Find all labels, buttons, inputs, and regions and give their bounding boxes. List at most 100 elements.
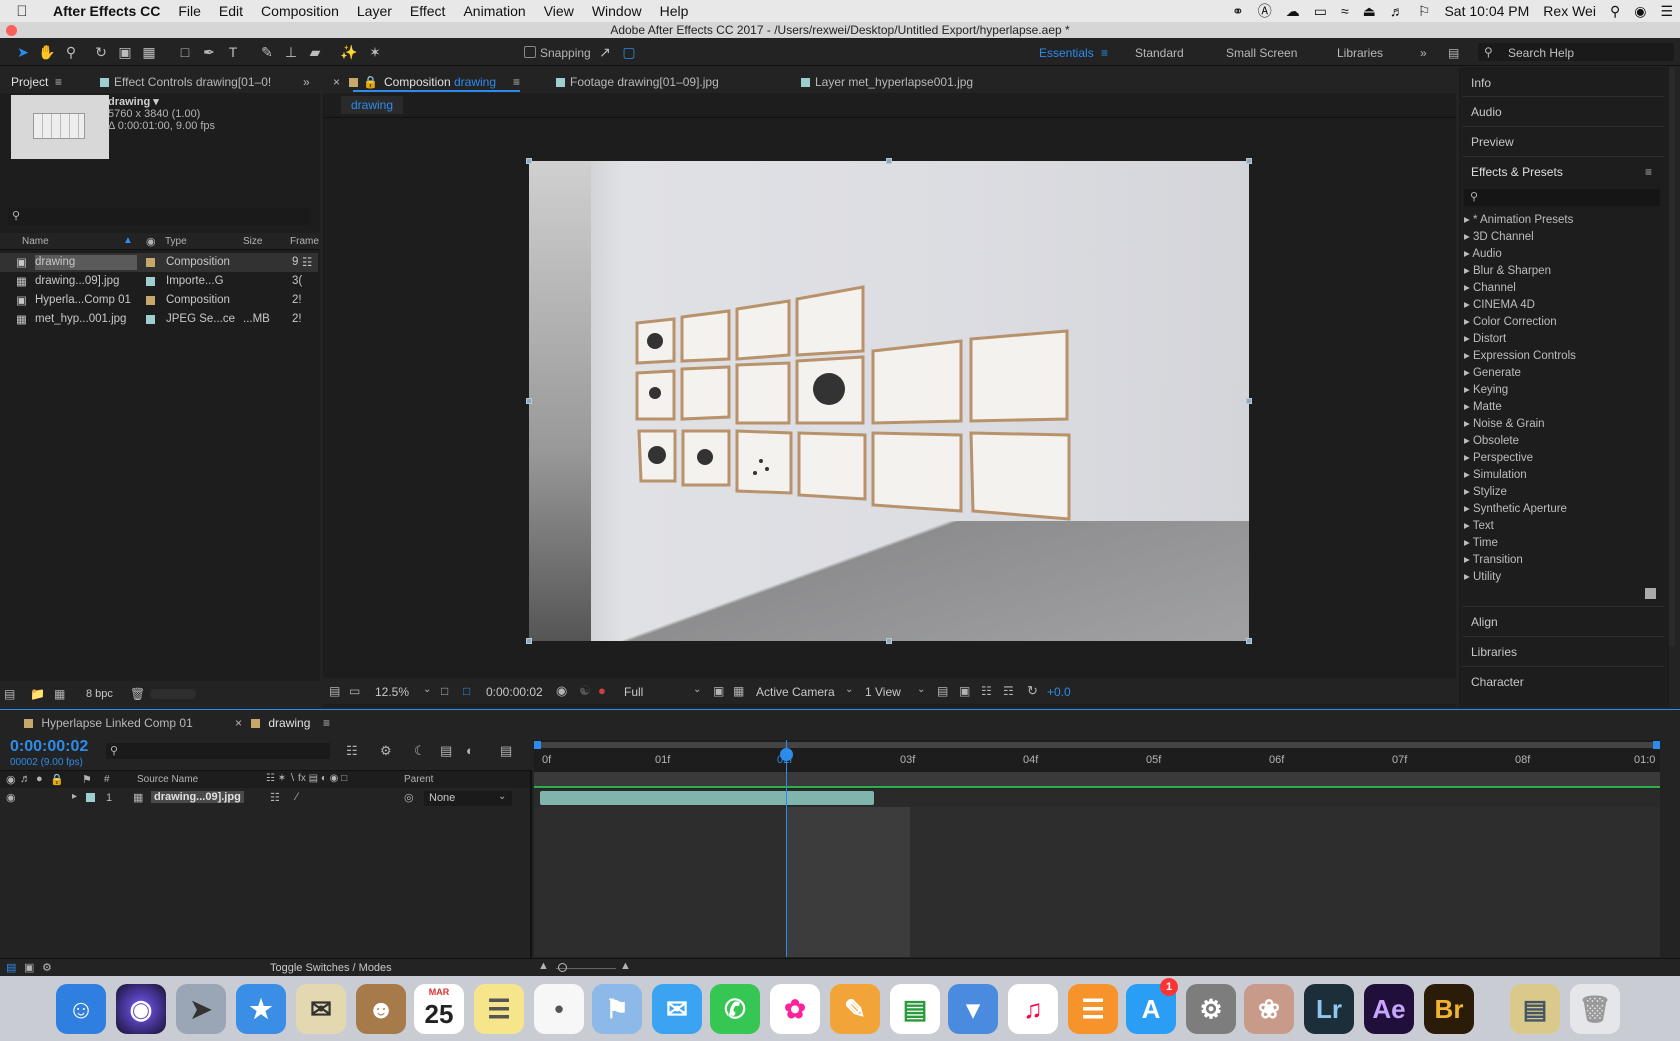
panel-align[interactable]: Align xyxy=(1471,615,1498,629)
label-swatch[interactable] xyxy=(146,296,155,305)
label-swatch[interactable] xyxy=(146,258,155,267)
audio-speaker-icon[interactable]: ♬ xyxy=(20,773,31,785)
screenshot-app-icon[interactable]: ❀ xyxy=(1244,984,1294,1034)
transform-handle[interactable] xyxy=(1246,398,1252,404)
camera-dropdown[interactable]: Active Camera xyxy=(756,685,835,699)
transform-handle[interactable] xyxy=(526,158,532,164)
panel-character[interactable]: Character xyxy=(1471,675,1524,689)
flag-icon[interactable]: ⚐ xyxy=(1411,3,1438,20)
zoom-out-icon[interactable]: ▲ xyxy=(538,960,549,972)
new-folder-icon[interactable]: 📁 xyxy=(30,687,45,701)
solo-icon[interactable]: ● xyxy=(36,773,43,785)
expand-layer-icon[interactable]: ▸ xyxy=(72,791,77,802)
effect-category[interactable]: ▸ Expression Controls xyxy=(1464,348,1576,362)
effect-category[interactable]: ▸ Audio xyxy=(1464,246,1502,260)
pages-icon[interactable]: ✎ xyxy=(830,984,880,1034)
effect-category[interactable]: ▸ * Animation Presets xyxy=(1464,212,1573,226)
effect-category[interactable]: ▸ Utility xyxy=(1464,569,1501,583)
trash-icon[interactable]: 🗑 xyxy=(130,687,145,701)
exposure-value[interactable]: +0.0 xyxy=(1047,685,1071,699)
rotate-tool-icon[interactable]: ↻ xyxy=(92,43,110,61)
flowchart-icon[interactable]: ☷ xyxy=(302,255,312,269)
label-swatch[interactable] xyxy=(146,315,155,324)
pan-behind-tool-icon[interactable]: ▦ xyxy=(140,43,158,61)
panel-audio[interactable]: Audio xyxy=(1471,105,1502,119)
fit-frame-icon[interactable]: □ xyxy=(441,684,448,698)
effect-category[interactable]: ▸ Color Correction xyxy=(1464,314,1557,328)
fast-previews-icon[interactable]: ▣ xyxy=(959,684,970,698)
airplay-icon[interactable]: ▭ xyxy=(1307,3,1334,20)
shy-layers-icon[interactable]: ☾ xyxy=(414,743,426,759)
layer-switches-icon[interactable]: ▤ xyxy=(6,961,16,974)
always-preview-icon[interactable]: ▤ xyxy=(329,684,340,698)
transform-handle[interactable] xyxy=(526,638,532,644)
col-type[interactable]: Type xyxy=(165,236,187,247)
adobe-icon[interactable]: Ⓐ xyxy=(1251,1,1279,21)
project-search-input[interactable]: ⚲ xyxy=(8,208,311,225)
effect-category[interactable]: ▸ Obsolete xyxy=(1464,433,1519,447)
menu-view[interactable]: View xyxy=(535,3,583,19)
time-ruler[interactable]: 0f 01f 02f 03f 04f 05f 06f 07f 08f 01:0 xyxy=(534,740,1660,772)
effect-category[interactable]: ▸ Stylize xyxy=(1464,484,1507,498)
col-name[interactable]: Name xyxy=(22,236,49,247)
in-out-icon[interactable]: ⚙ xyxy=(42,961,52,974)
parent-dropdown[interactable]: None ⌄ xyxy=(424,791,512,806)
volume-icon[interactable]: ♬ xyxy=(1383,3,1411,19)
trash-icon[interactable]: 🗑 xyxy=(1570,984,1620,1034)
spotlight-icon[interactable]: ⚲ xyxy=(1603,3,1627,20)
label-column-icon[interactable]: ◉ xyxy=(146,235,156,248)
timeline-empty-area[interactable] xyxy=(534,807,1660,957)
safari-icon[interactable]: ★ xyxy=(236,984,286,1034)
effect-category[interactable]: ▸ Channel xyxy=(1464,280,1516,294)
clock[interactable]: Sat 10:04 PM xyxy=(1437,3,1536,19)
transparency-grid-icon[interactable]: ▦ xyxy=(733,684,744,698)
after-effects-icon[interactable]: Ae xyxy=(1364,984,1414,1034)
mail-icon[interactable]: ✉ xyxy=(296,984,346,1034)
tab-composition[interactable]: 🔒 Composition drawing xyxy=(349,75,496,89)
search-help-input[interactable]: ⚲ Search Help xyxy=(1478,43,1674,61)
pick-whip-icon[interactable]: ◎ xyxy=(404,791,414,804)
layer-search-input[interactable]: ⚲ xyxy=(106,743,330,759)
col-source-name[interactable]: Source Name xyxy=(137,774,198,785)
snapshot-camera-icon[interactable]: ◉ xyxy=(556,683,567,699)
resolution-dropdown[interactable]: Full xyxy=(624,685,643,699)
menu-layer[interactable]: Layer xyxy=(348,3,401,19)
playhead-handle[interactable] xyxy=(780,748,793,761)
effect-category[interactable]: ▸ Text xyxy=(1464,518,1494,532)
creative-cloud-icon[interactable]: ⚭ xyxy=(1225,3,1251,20)
downloads-folder-icon[interactable]: ▤ xyxy=(1510,984,1560,1034)
brush-tool-icon[interactable]: ✎ xyxy=(258,43,276,61)
new-preset-icon[interactable] xyxy=(1645,588,1656,599)
project-row[interactable]: ▦ drawing...09].jpg Importe...G 3( xyxy=(0,272,318,291)
snapping-checkbox[interactable] xyxy=(524,46,536,58)
notifications-icon[interactable]: ☰ xyxy=(1653,3,1680,20)
menu-help[interactable]: Help xyxy=(651,3,698,19)
tab-layer[interactable]: Layer met_hyperlapse001.jpg xyxy=(801,75,973,89)
thumbnail-name[interactable]: drawing ▾ xyxy=(108,95,159,108)
monitor-icon[interactable]: ▭ xyxy=(349,684,360,698)
graph-editor-icon[interactable]: ▤ xyxy=(500,743,512,759)
effect-category[interactable]: ▸ CINEMA 4D xyxy=(1464,297,1535,311)
transform-handle[interactable] xyxy=(886,158,892,164)
thumbnail-slider[interactable] xyxy=(150,689,196,699)
rectangle-tool-icon[interactable]: □ xyxy=(176,43,194,61)
viewer-timecode[interactable]: 0:00:00:02 xyxy=(486,685,543,699)
finder-icon[interactable]: ☺ xyxy=(56,984,106,1034)
sort-arrow-icon[interactable]: ▲ xyxy=(123,235,133,246)
video-eye-icon[interactable]: ◉ xyxy=(6,791,16,804)
zoom-dropdown[interactable]: 12.5% xyxy=(375,685,409,699)
tab-project[interactable]: Project xyxy=(11,75,48,89)
workspace-small-screen[interactable]: Small Screen xyxy=(1226,46,1297,60)
siri-icon[interactable]: ◉ xyxy=(116,984,166,1034)
pen-tool-icon[interactable]: ✒ xyxy=(200,43,218,61)
switches-icons[interactable]: ☷ ✶ ∖ fx ▤ ◐ ◉ □ xyxy=(266,773,347,784)
cloud-icon[interactable]: ☁ xyxy=(1279,3,1307,20)
panel-effects-presets[interactable]: Effects & Presets xyxy=(1471,165,1563,179)
panel-menu-icon[interactable]: ≡ xyxy=(55,75,62,89)
menu-effect[interactable]: Effect xyxy=(401,3,455,19)
keynote-icon[interactable]: ▾ xyxy=(948,984,998,1034)
show-snapshot-icon[interactable]: ☯ xyxy=(579,683,591,699)
transform-handle[interactable] xyxy=(526,398,532,404)
comp-breadcrumb[interactable]: drawing xyxy=(341,96,404,114)
close-tab-icon[interactable]: × xyxy=(235,716,242,730)
